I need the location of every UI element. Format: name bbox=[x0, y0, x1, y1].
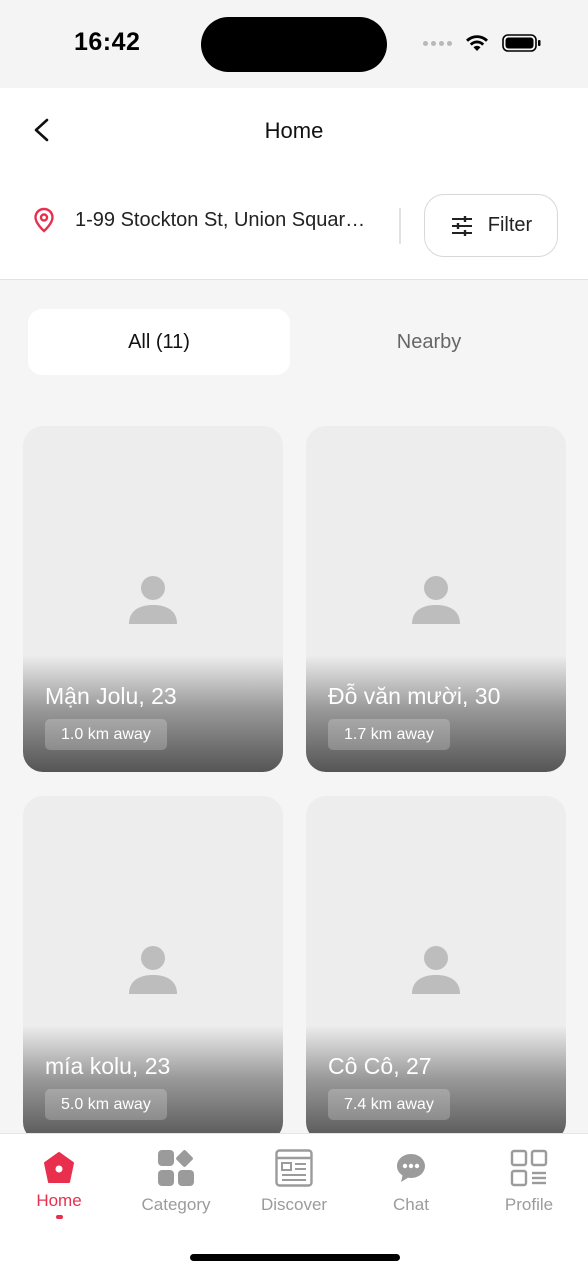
nav-label-home: Home bbox=[36, 1191, 82, 1210]
card-overlay bbox=[306, 656, 566, 772]
nav-label-discover: Discover bbox=[260, 1195, 328, 1214]
page-title: Home bbox=[264, 118, 324, 143]
avatar-placeholder-icon bbox=[412, 946, 460, 994]
profile-name: mía kolu, 23 bbox=[45, 1053, 171, 1079]
profile-card[interactable]: Đỗ văn mười, 30 1.7 km away bbox=[306, 426, 566, 772]
filter-button[interactable]: Filter bbox=[424, 194, 558, 257]
status-bar: 16:42 bbox=[0, 0, 588, 88]
profile-name: Đỗ văn mười, 30 bbox=[328, 683, 501, 709]
nav-item-chat[interactable]: Chat bbox=[352, 1148, 470, 1215]
profile-card[interactable]: Mận Jolu, 23 1.0 km away bbox=[23, 426, 283, 772]
profile-card[interactable]: Cô Cô, 27 7.4 km away bbox=[306, 796, 566, 1142]
divider bbox=[399, 208, 401, 244]
filter-sliders-icon bbox=[451, 215, 472, 236]
active-indicator bbox=[55, 1215, 63, 1219]
location-pin-icon bbox=[34, 207, 54, 233]
discover-icon bbox=[274, 1148, 314, 1188]
avatar-placeholder-icon bbox=[412, 576, 460, 624]
category-icon bbox=[156, 1148, 196, 1188]
card-overlay bbox=[23, 1026, 283, 1142]
status-indicators bbox=[423, 33, 542, 53]
filter-label: Filter bbox=[487, 214, 533, 236]
nav-label-chat: Chat bbox=[393, 1195, 429, 1214]
location-text: 1-99 Stockton St, Union Square, San Fran… bbox=[75, 208, 375, 231]
card-overlay bbox=[306, 1026, 566, 1142]
home-indicator[interactable] bbox=[190, 1254, 400, 1261]
card-overlay bbox=[23, 656, 283, 772]
avatar-placeholder-icon bbox=[129, 576, 177, 624]
profile-name: Mận Jolu, 23 bbox=[45, 683, 177, 709]
chat-icon bbox=[391, 1148, 431, 1188]
distance-badge: 7.4 km away bbox=[328, 1089, 450, 1120]
home-icon bbox=[39, 1148, 79, 1188]
distance-badge: 5.0 km away bbox=[45, 1089, 167, 1120]
avatar-placeholder-icon bbox=[129, 946, 177, 994]
nav-label-category: Category bbox=[141, 1195, 211, 1214]
tab-nearby[interactable]: Nearby bbox=[298, 309, 560, 375]
nav-item-home[interactable]: Home bbox=[0, 1148, 118, 1219]
profile-card[interactable]: mía kolu, 23 5.0 km away bbox=[23, 796, 283, 1142]
nav-item-discover[interactable]: Discover bbox=[235, 1148, 353, 1215]
profile-icon bbox=[509, 1148, 549, 1188]
wifi-icon bbox=[466, 35, 488, 51]
nav-item-category[interactable]: Category bbox=[117, 1148, 235, 1215]
dynamic-island bbox=[201, 17, 387, 72]
cellular-signal-icon bbox=[423, 40, 452, 46]
tab-all[interactable]: All (11) bbox=[28, 309, 290, 375]
distance-badge: 1.7 km away bbox=[328, 719, 450, 750]
header: Home 1-99 Stockton St, Union Square, San… bbox=[0, 88, 588, 280]
bottom-nav: Home Category Discover Chat Profile bbox=[0, 1133, 588, 1274]
nav-item-profile[interactable]: Profile bbox=[470, 1148, 588, 1215]
profile-name: Cô Cô, 27 bbox=[328, 1053, 432, 1079]
distance-badge: 1.0 km away bbox=[45, 719, 167, 750]
status-time: 16:42 bbox=[74, 28, 141, 56]
battery-icon bbox=[502, 34, 541, 52]
nav-label-profile: Profile bbox=[504, 1195, 554, 1214]
segmented-tabs: All (11) Nearby bbox=[28, 309, 560, 375]
location-selector[interactable]: 1-99 Stockton St, Union Square, San Fran… bbox=[30, 206, 375, 234]
